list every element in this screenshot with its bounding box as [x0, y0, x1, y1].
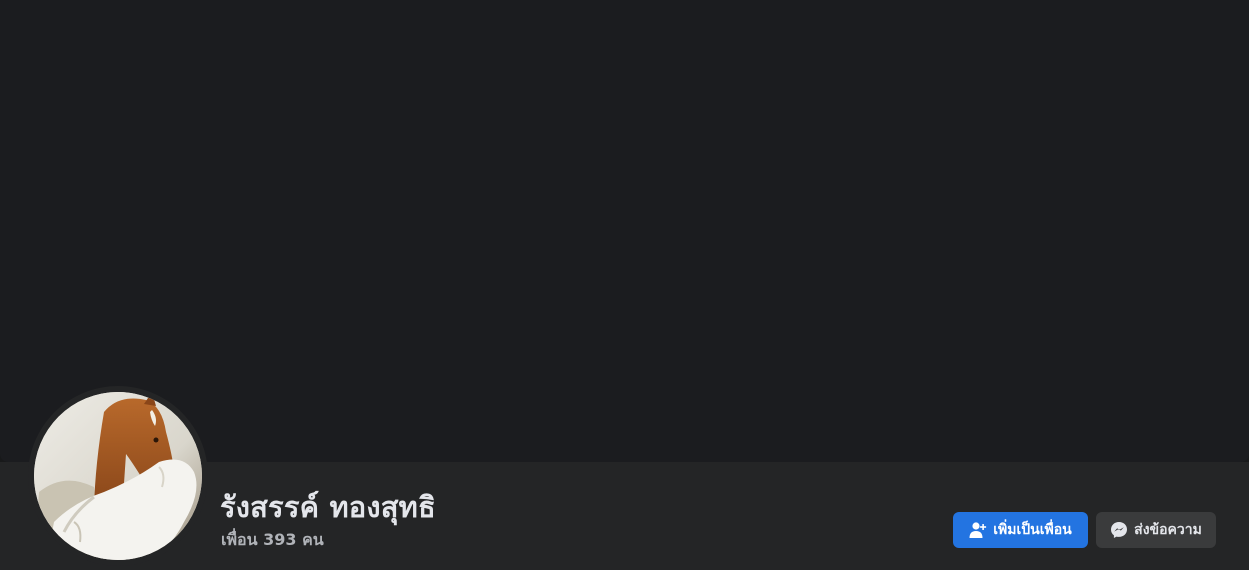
send-message-button[interactable]: ส่งข้อความ: [1096, 512, 1216, 548]
add-friend-button[interactable]: เพิ่มเป็นเพื่อน: [953, 512, 1088, 548]
horse-photo-icon: [34, 392, 202, 560]
profile-picture[interactable]: [28, 386, 208, 566]
cover-photo[interactable]: [0, 0, 1249, 462]
messenger-icon: [1110, 521, 1128, 539]
friends-count[interactable]: เพื่อน 393 คน: [221, 528, 324, 553]
add-person-icon: [969, 521, 987, 539]
profile-page: รังสรรค์ ทองสุทธิ เพื่อน 393 คน เพิ่มเป็…: [0, 0, 1249, 570]
profile-name: รังสรรค์ ทองสุทธิ: [220, 490, 436, 524]
add-friend-label: เพิ่มเป็นเพื่อน: [993, 522, 1072, 538]
send-message-label: ส่งข้อความ: [1134, 522, 1202, 538]
